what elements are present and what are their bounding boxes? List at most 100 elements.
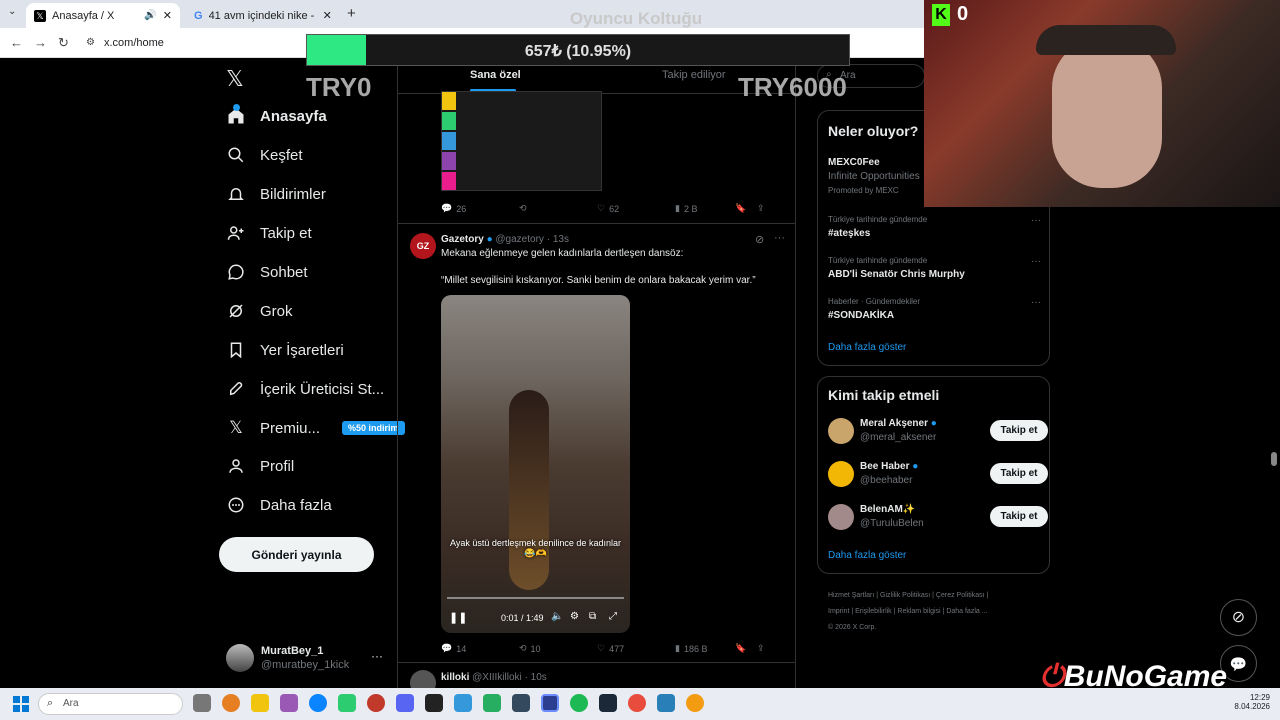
sidebar-item-notifications[interactable]: Bildirimler — [226, 179, 326, 209]
author-handle[interactable]: @gazetory — [495, 234, 544, 245]
sidebar-item-grok[interactable]: Grok — [226, 296, 293, 326]
tab-google[interactable]: G 41 avm içindeki nike - Google'da ✕ — [186, 3, 341, 28]
tab-for-you[interactable]: Sana özel — [470, 69, 521, 81]
reply-button[interactable]: 💬 14 — [441, 643, 519, 654]
views-button[interactable]: ▮ 186 B — [675, 643, 735, 654]
chrome-icon[interactable] — [222, 694, 240, 712]
bookmark-button[interactable]: 🔖 — [735, 643, 757, 654]
bookmark-button[interactable]: 🔖 — [735, 203, 757, 214]
back-icon[interactable]: ← — [10, 35, 23, 50]
tab-x-home[interactable]: 𝕏 Anasayfa / X 🔊 ✕ — [26, 3, 180, 28]
footer-link[interactable]: Daha fazla ... — [946, 608, 987, 615]
sidebar-item-home[interactable]: Anasayfa — [226, 101, 327, 131]
spotify-icon[interactable] — [570, 694, 588, 712]
suggested-user[interactable]: Meral Akşener ● @meral_aksener Takip et — [828, 417, 1050, 447]
minecraft-icon[interactable] — [483, 694, 501, 712]
suggested-user[interactable]: BelenAM✨ @TuruluBelen Takip et — [828, 503, 1050, 533]
scrollbar[interactable] — [1271, 452, 1277, 466]
trend-item[interactable]: Haberler · Gündemdekiler #SONDAKİKA ··· — [828, 297, 1043, 321]
windows-start-icon[interactable] — [13, 696, 29, 712]
author-name[interactable]: killoki — [441, 672, 469, 683]
clock[interactable]: 12:29 8.04.2026 — [1218, 693, 1270, 711]
tab-following[interactable]: Takip ediliyor — [662, 69, 726, 81]
ad-name[interactable]: MEXC0Fee — [828, 157, 880, 168]
new-tab-icon[interactable]: + — [347, 5, 356, 22]
avatar[interactable]: GZ — [410, 233, 436, 259]
reload-icon[interactable]: ↻ — [58, 35, 69, 51]
more-icon[interactable]: ··· — [1031, 215, 1041, 226]
repost-button[interactable]: ⟲ 10 — [519, 643, 597, 654]
views-button[interactable]: ▮ 2 B — [675, 203, 735, 214]
sidebar-item-chat[interactable]: Sohbet — [226, 257, 308, 287]
avatar[interactable] — [410, 670, 436, 688]
more-icon[interactable]: ··· — [774, 232, 785, 244]
footer-link[interactable]: Gizlilik Politikası — [880, 592, 930, 599]
more-icon[interactable]: ··· — [1031, 297, 1041, 308]
footer-link[interactable]: Hizmet Şartları — [828, 592, 874, 599]
tier-list-image[interactable] — [441, 91, 602, 191]
follow-button[interactable]: Takip et — [990, 506, 1048, 527]
chrome-icon[interactable] — [686, 694, 704, 712]
suggested-user[interactable]: Bee Haber ● @beehaber Takip et — [828, 460, 1050, 490]
show-more-link[interactable]: Daha fazla göster — [828, 550, 906, 561]
discord-icon[interactable] — [396, 694, 414, 712]
sidebar-item-creator-studio[interactable]: İçerik Üreticisi St... — [226, 374, 384, 404]
reply-button[interactable]: 💬 26 — [441, 203, 519, 214]
chrome-icon[interactable] — [628, 694, 646, 712]
sidebar-item-bookmarks[interactable]: Yer İşaretleri — [226, 335, 344, 365]
app-icon[interactable] — [280, 694, 298, 712]
url-field[interactable]: x.com/home — [104, 37, 164, 49]
video-progress[interactable] — [447, 597, 624, 599]
grok-icon[interactable]: ⊘ — [755, 233, 764, 246]
sidebar-item-explore[interactable]: Keşfet — [226, 140, 303, 170]
like-button[interactable]: ♡ 62 — [597, 203, 675, 214]
forward-icon[interactable]: → — [34, 35, 47, 50]
close-tab-icon[interactable]: ✕ — [323, 9, 332, 22]
author-name[interactable]: Gazetory — [441, 234, 484, 245]
account-switcher[interactable]: MuratBey_1 @muratbey_1kick ··· — [226, 644, 386, 674]
app-icon[interactable] — [454, 694, 472, 712]
app-icon[interactable] — [512, 694, 530, 712]
edge-icon[interactable] — [309, 694, 327, 712]
more-icon[interactable]: ··· — [371, 649, 383, 663]
footer-link[interactable]: Çerez Politikası — [936, 592, 985, 599]
post-time[interactable]: 13s — [553, 234, 569, 245]
store-icon[interactable] — [338, 694, 356, 712]
sidebar-item-more[interactable]: Daha fazla — [226, 490, 332, 520]
show-more-link[interactable]: Daha fazla göster — [828, 342, 906, 353]
app-icon[interactable] — [425, 694, 443, 712]
grok-icon[interactable]: ⊘ — [1220, 599, 1257, 636]
pip-icon[interactable]: ⧉ — [589, 611, 596, 622]
repost-button[interactable]: ⟲ — [519, 203, 597, 214]
pause-icon[interactable]: ❚❚ — [449, 611, 467, 624]
taskbar-search[interactable]: ⌕ Ara — [38, 693, 183, 715]
share-button[interactable]: ⇪ — [757, 203, 765, 214]
settings-icon[interactable]: ⚙ — [570, 611, 579, 622]
tab-list-icon[interactable]: ⌄ — [8, 6, 16, 17]
sidebar-item-premium[interactable]: 𝕏 Premiu... %50 indirim — [226, 413, 405, 443]
follow-button[interactable]: Takip et — [990, 420, 1048, 441]
video-player[interactable]: Ayak üstü dertleşmek denilince de kadınl… — [441, 295, 630, 633]
footer-link[interactable]: Imprint — [828, 608, 849, 615]
footer-link[interactable]: Erişilebilirlik — [855, 608, 892, 615]
post-button[interactable]: Gönderi yayınla — [219, 537, 374, 572]
ea-icon[interactable] — [541, 694, 559, 712]
app-icon[interactable] — [657, 694, 675, 712]
trend-item[interactable]: Türkiye tarihinde gündemde ABD'li Senatö… — [828, 256, 1043, 280]
speaker-icon[interactable]: 🔊 — [144, 10, 156, 21]
fullscreen-icon[interactable]: ⤢ — [609, 611, 617, 622]
obs-icon[interactable] — [367, 694, 385, 712]
follow-button[interactable]: Takip et — [990, 463, 1048, 484]
volume-icon[interactable]: 🔈 — [551, 611, 563, 622]
site-info-icon[interactable]: ⚙ — [86, 37, 95, 48]
author-handle[interactable]: @XIIIkilloki — [472, 672, 522, 683]
share-button[interactable]: ⇪ — [757, 643, 765, 654]
x-logo-icon[interactable]: 𝕏 — [226, 66, 244, 92]
steam-icon[interactable] — [599, 694, 617, 712]
close-tab-icon[interactable]: ✕ — [163, 9, 172, 22]
file-explorer-icon[interactable] — [251, 694, 269, 712]
sidebar-item-profile[interactable]: Profil — [226, 451, 294, 481]
like-button[interactable]: ♡ 477 — [597, 643, 675, 654]
footer-link[interactable]: Reklam bilgisi — [897, 608, 940, 615]
more-icon[interactable]: ··· — [1031, 256, 1041, 267]
